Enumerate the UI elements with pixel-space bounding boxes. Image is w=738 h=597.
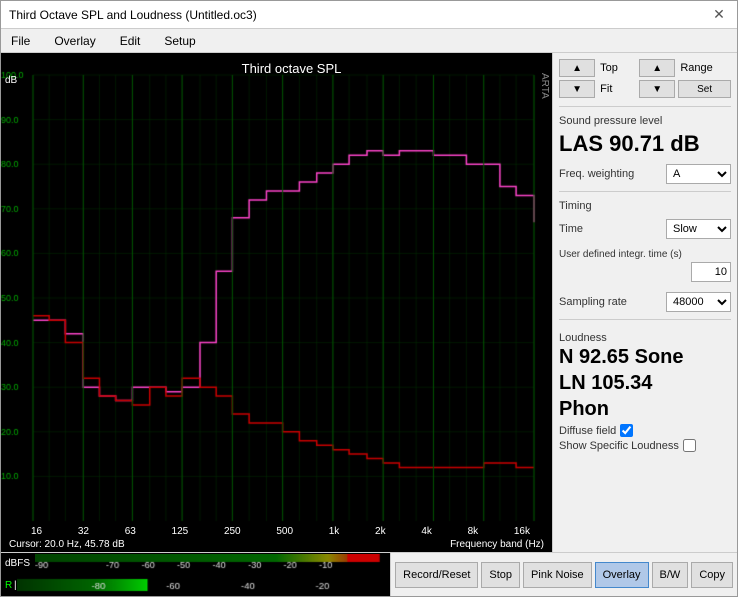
chart-canvas bbox=[1, 53, 552, 525]
chart-watermark: ARTA bbox=[539, 73, 550, 99]
time-select[interactable]: SlowFastImpulse bbox=[666, 219, 731, 239]
specific-label: Show Specific Loudness bbox=[559, 440, 679, 452]
freq-band-text: Frequency band (Hz) bbox=[450, 539, 544, 550]
x-axis-labels: 16 32 63 125 250 500 1k 2k 4k 8k 16k bbox=[1, 525, 552, 538]
x-label-16: 16 bbox=[31, 526, 42, 537]
x-label-8k: 8k bbox=[468, 526, 479, 537]
copy-button[interactable]: Copy bbox=[691, 562, 733, 588]
top-down-button[interactable]: ▼ bbox=[559, 80, 595, 98]
x-label-32: 32 bbox=[78, 526, 89, 537]
bw-button[interactable]: B/W bbox=[652, 562, 689, 588]
loudness-n-value: N 92.65 Sone bbox=[559, 344, 731, 370]
integ-row: User defined integr. time (s) bbox=[559, 249, 731, 282]
meter-top-canvas bbox=[35, 554, 390, 574]
menu-overlay[interactable]: Overlay bbox=[48, 32, 101, 50]
record-reset-button[interactable]: Record/Reset bbox=[395, 562, 478, 588]
range-label: Range bbox=[678, 62, 731, 74]
top-controls: ▲ Top ▲ Range ▼ Fit ▼ Set bbox=[559, 59, 731, 98]
specific-checkbox[interactable] bbox=[683, 439, 696, 452]
x-label-16k: 16k bbox=[514, 526, 530, 537]
dbfs-label: dBFS bbox=[5, 558, 35, 569]
x-label-63: 63 bbox=[125, 526, 136, 537]
cursor-text: Cursor: 20.0 Hz, 45.78 dB bbox=[9, 539, 125, 550]
menu-file[interactable]: File bbox=[5, 32, 36, 50]
fit-label: Fit bbox=[598, 83, 636, 95]
spl-value: LAS 90.71 dB bbox=[559, 131, 731, 157]
bottom-bar: dBFS R | Record/Reset Stop Pink Noise Ov… bbox=[1, 552, 737, 596]
title-bar: Third Octave SPL and Loudness (Untitled.… bbox=[1, 1, 737, 29]
sampling-row: Sampling rate 480004410096000 bbox=[559, 292, 731, 312]
chart-title: Third octave SPL bbox=[1, 57, 552, 78]
menu-bar: File Overlay Edit Setup bbox=[1, 29, 737, 53]
main-content: Third octave SPL ARTA dB 16 32 63 125 25… bbox=[1, 53, 737, 552]
freq-weighting-label: Freq. weighting bbox=[559, 168, 634, 180]
loudness-label: Loudness bbox=[559, 332, 731, 344]
right-panel: ▲ Top ▲ Range ▼ Fit ▼ Set Sound pressure… bbox=[552, 53, 737, 552]
chart-area: Third octave SPL ARTA dB 16 32 63 125 25… bbox=[1, 53, 552, 552]
green-r-indicator: R bbox=[5, 580, 13, 591]
x-label-250: 250 bbox=[224, 526, 241, 537]
x-label-1k: 1k bbox=[329, 526, 340, 537]
time-label: Time bbox=[559, 223, 583, 235]
x-label-4k: 4k bbox=[421, 526, 432, 537]
x-label-125: 125 bbox=[172, 526, 189, 537]
range-up-button[interactable]: ▲ bbox=[639, 59, 675, 77]
top-label: Top bbox=[598, 62, 636, 74]
time-row: Time SlowFastImpulse bbox=[559, 219, 731, 239]
main-window: Third Octave SPL and Loudness (Untitled.… bbox=[0, 0, 738, 597]
diffuse-checkbox[interactable] bbox=[620, 424, 633, 437]
timing-section-label: Timing bbox=[559, 200, 731, 212]
x-label-500: 500 bbox=[276, 526, 293, 537]
bar-sep: | bbox=[14, 580, 16, 591]
stop-button[interactable]: Stop bbox=[481, 562, 520, 588]
specific-loudness-row: Show Specific Loudness bbox=[559, 439, 731, 452]
pink-noise-button[interactable]: Pink Noise bbox=[523, 562, 592, 588]
loudness-phon-value: Phon bbox=[559, 396, 731, 422]
x-axis-info: Cursor: 20.0 Hz, 45.78 dB Frequency band… bbox=[1, 538, 552, 552]
loudness-section: Loudness N 92.65 Sone LN 105.34 Phon Dif… bbox=[559, 328, 731, 454]
meter-bottom-canvas bbox=[17, 575, 390, 595]
range-down-button[interactable]: ▼ bbox=[639, 80, 675, 98]
sampling-label: Sampling rate bbox=[559, 296, 627, 308]
diffuse-label: Diffuse field bbox=[559, 425, 616, 437]
diffuse-field-row: Diffuse field bbox=[559, 424, 731, 437]
overlay-button[interactable]: Overlay bbox=[595, 562, 649, 588]
menu-setup[interactable]: Setup bbox=[158, 32, 201, 50]
sampling-select[interactable]: 480004410096000 bbox=[666, 292, 731, 312]
integ-input[interactable] bbox=[691, 262, 731, 282]
set-button[interactable]: Set bbox=[678, 80, 731, 98]
window-title: Third Octave SPL and Loudness (Untitled.… bbox=[9, 8, 257, 22]
freq-weighting-row: Freq. weighting ABCZ bbox=[559, 164, 731, 184]
integ-label: User defined integr. time (s) bbox=[559, 249, 682, 260]
dbfs-area: dBFS R | bbox=[1, 553, 390, 596]
y-axis-label: dB bbox=[5, 75, 17, 86]
freq-weighting-select[interactable]: ABCZ bbox=[666, 164, 731, 184]
loudness-ln-value: LN 105.34 bbox=[559, 370, 731, 396]
top-up-button[interactable]: ▲ bbox=[559, 59, 595, 77]
close-button[interactable]: ✕ bbox=[709, 5, 729, 25]
bottom-buttons: Record/Reset Stop Pink Noise Overlay B/W… bbox=[390, 553, 737, 596]
spl-section-label: Sound pressure level bbox=[559, 115, 731, 127]
x-label-2k: 2k bbox=[375, 526, 386, 537]
menu-edit[interactable]: Edit bbox=[114, 32, 147, 50]
